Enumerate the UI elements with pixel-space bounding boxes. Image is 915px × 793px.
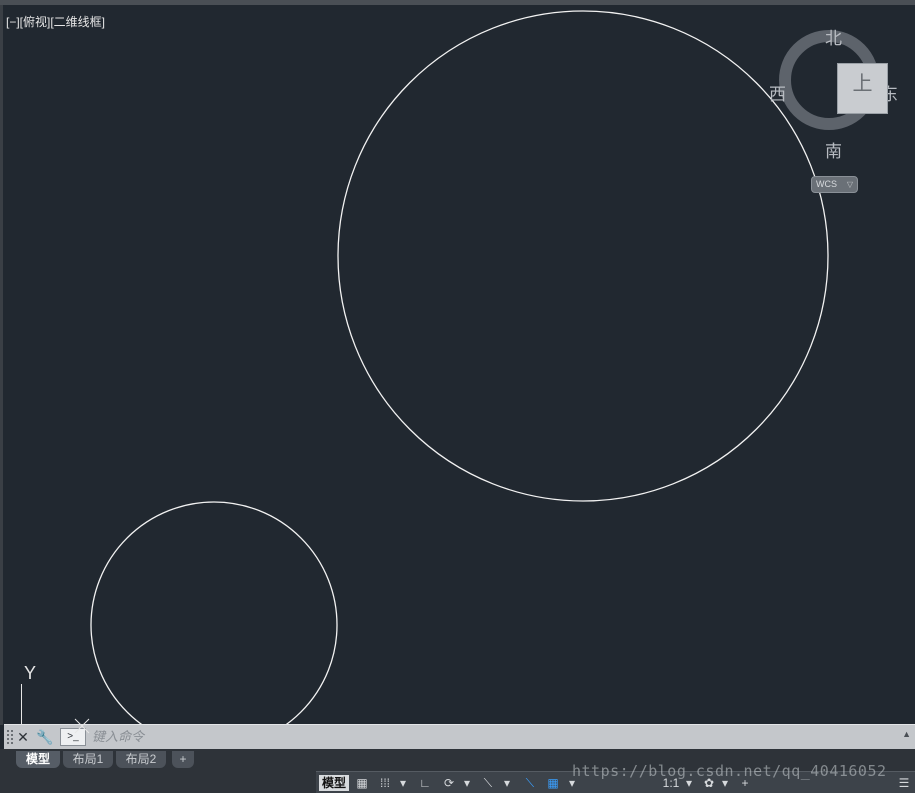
object-snap-tracking-icon[interactable]: ⟍	[521, 775, 539, 791]
wcs-dropdown[interactable]: WCS ▽	[811, 176, 858, 193]
compass-north-label[interactable]: 北	[825, 24, 842, 49]
ucs-y-label: Y	[24, 663, 37, 683]
compass-west-label[interactable]: 西	[769, 80, 786, 105]
window-left-border	[0, 5, 3, 725]
wcs-label: WCS	[816, 179, 837, 189]
isodraft-icon[interactable]: ⟍	[479, 775, 497, 791]
tab-layout2[interactable]: 布局2	[116, 751, 166, 768]
model-space-button[interactable]: 模型	[319, 775, 350, 791]
polar-tracking-icon[interactable]: ⟳	[440, 775, 458, 791]
tab-model[interactable]: 模型	[16, 751, 60, 768]
ucs-x-marker	[74, 718, 90, 734]
customize-menu-icon[interactable]: ☰	[895, 775, 913, 791]
viewcube-top-face[interactable]: 上	[837, 63, 888, 114]
window-top-border	[0, 0, 915, 5]
watermark: https://blog.csdn.net/qq_40416052	[572, 762, 887, 780]
tab-layout1[interactable]: 布局1	[63, 751, 113, 768]
grid-icon[interactable]: ▦	[353, 775, 371, 791]
add-tab-button[interactable]: +	[172, 751, 194, 768]
wrench-icon[interactable]: 🔧	[36, 728, 54, 746]
grip-handle-icon[interactable]	[7, 730, 13, 744]
object-snap-icon[interactable]: ▦	[544, 775, 562, 791]
chevron-down-icon[interactable]: ▾	[398, 775, 408, 791]
chevron-down-icon[interactable]: ▾	[462, 775, 472, 791]
command-input[interactable]: 键入命令	[92, 728, 892, 746]
large-circle[interactable]	[337, 10, 829, 502]
chevron-down-icon[interactable]: ▾	[502, 775, 512, 791]
snap-icon[interactable]: ⁞⁞⁞	[374, 775, 396, 791]
viewport-controls-label[interactable]: [−][俯视][二维线框]	[6, 13, 105, 30]
command-line[interactable]: ✕ 🔧 >_ 键入命令 ▲	[4, 724, 915, 749]
scroll-up-icon[interactable]: ▲	[902, 729, 911, 739]
close-icon[interactable]: ✕	[14, 728, 32, 746]
chevron-down-icon: ▽	[846, 180, 853, 189]
compass-south-label[interactable]: 南	[825, 137, 842, 162]
viewcube-face-label: 上	[852, 73, 873, 95]
small-circle[interactable]	[90, 501, 338, 749]
ortho-icon[interactable]: ∟	[416, 775, 434, 791]
